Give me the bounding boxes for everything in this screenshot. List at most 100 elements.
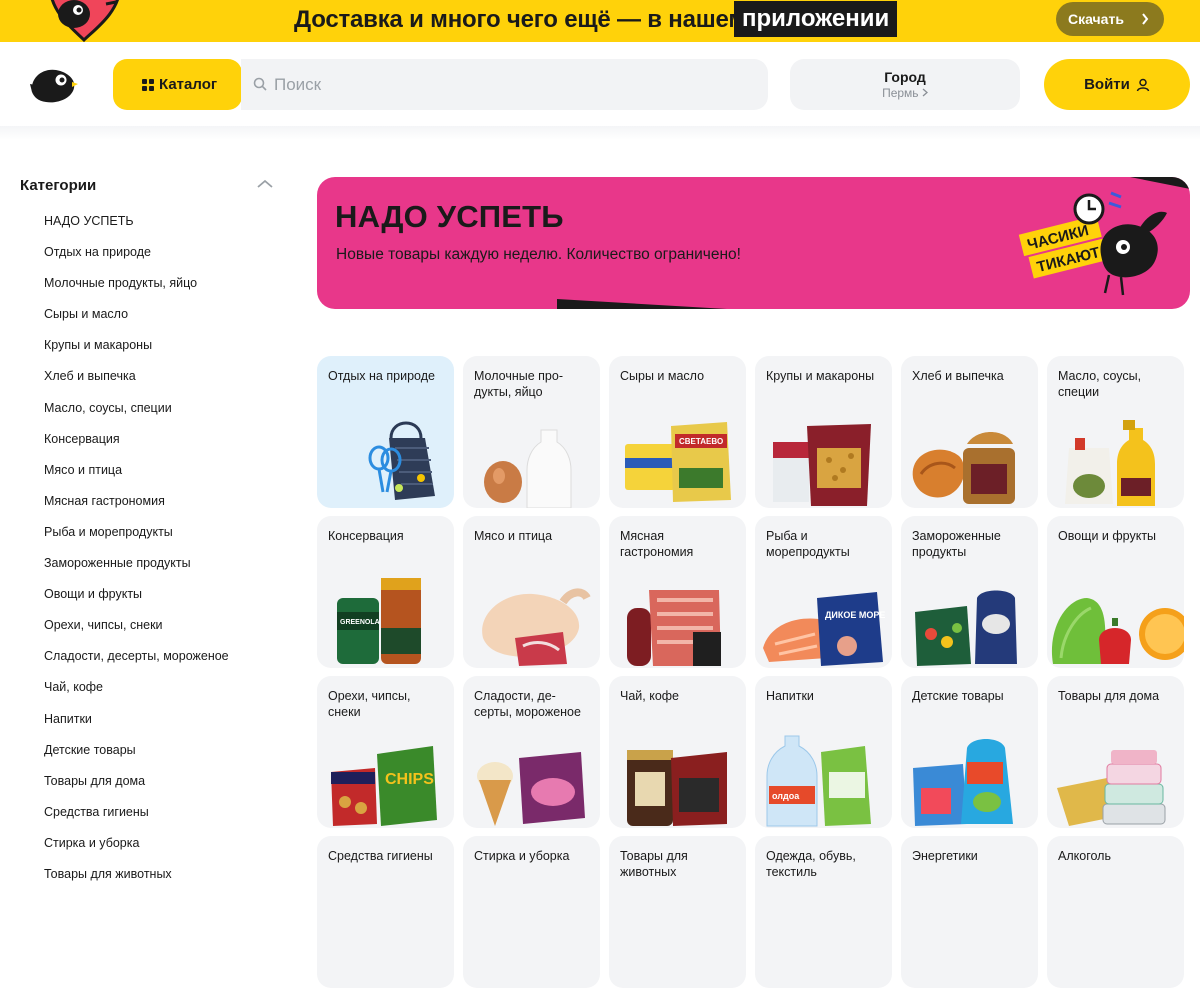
tile-label: Алкоголь — [1058, 849, 1111, 863]
sidebar-item[interactable]: Замороженные продукты — [44, 556, 229, 587]
tile-label: Орехи, чипсы, снеки — [328, 689, 411, 719]
download-label: Скачать — [1068, 11, 1124, 27]
sidebar-item[interactable]: Орехи, чипсы, снеки — [44, 618, 229, 649]
category-tile[interactable]: Товары для животных — [609, 836, 746, 988]
category-tile[interactable]: Сладости, де-серты, мороженое — [463, 676, 600, 828]
catalog-label: Каталог — [159, 76, 218, 93]
sidebar-item[interactable]: Мясная гастрономия — [44, 494, 229, 525]
city-value: Пермь — [790, 86, 1020, 100]
promo-highlight: приложении — [734, 1, 898, 37]
category-tile[interactable]: Орехи, чипсы, снеки CHIPS — [317, 676, 454, 828]
sidebar-item[interactable]: Отдых на природе — [44, 245, 229, 276]
beverages-icon: олдоа — [766, 735, 871, 827]
category-tile[interactable]: Масло, соусы, специи — [1047, 356, 1184, 508]
tile-label: Замороженные продукты — [912, 529, 1001, 559]
tile-label: Товары для животных — [620, 849, 688, 879]
oil-sauce-icon — [1065, 420, 1155, 506]
hero-banner[interactable]: НАДО УСПЕТЬ Новые товары каждую неделю. … — [317, 177, 1190, 309]
category-tile[interactable]: Замороженные продукты — [901, 516, 1038, 668]
tile-label: Энергетики — [912, 849, 978, 863]
search-bar — [241, 59, 768, 110]
tile-label: Мясная гастрономия — [620, 529, 694, 559]
sidebar-item[interactable]: Молочные продукты, яйцо — [44, 276, 229, 307]
tile-label: Детские товары — [912, 689, 1004, 703]
sidebar-item[interactable]: Детские товары — [44, 743, 229, 774]
category-tile[interactable]: Сыры и масло СВЕТАЕВО — [609, 356, 746, 508]
category-tile[interactable]: Молочные про-дукты, яйцо — [463, 356, 600, 508]
category-tile[interactable]: Отдых на природе — [317, 356, 454, 508]
tile-label: Консервация — [328, 529, 404, 543]
snacks-chips-icon: CHIPS — [331, 746, 437, 826]
sidebar-item[interactable]: Напитки — [44, 712, 229, 743]
tile-label: Овощи и фрукты — [1058, 529, 1157, 543]
category-tile[interactable]: Энергетики — [901, 836, 1038, 988]
tile-label: Одежда, обувь, текстиль — [766, 849, 856, 879]
bird-logo-icon[interactable] — [28, 62, 78, 106]
cereal-pasta-icon — [773, 424, 871, 506]
tile-label: Стирка и уборка — [474, 849, 570, 863]
category-tile[interactable]: Мясная гастрономия — [609, 516, 746, 668]
sidebar-item[interactable]: Товары для животных — [44, 867, 229, 898]
bread-icon — [912, 432, 1015, 504]
sidebar-item[interactable]: Рыба и морепродукты — [44, 525, 229, 556]
city-label: Город — [884, 69, 926, 85]
tile-art-label: олдоа — [772, 791, 800, 801]
sidebar-item[interactable]: Крупы и макароны — [44, 338, 229, 369]
login-label: Войти — [1084, 76, 1130, 93]
tile-art-label: СВЕТАЕВО — [679, 437, 723, 446]
hero-subtitle: Новые товары каждую неделю. Количество о… — [336, 246, 741, 263]
sidebar-item[interactable]: Товары для дома — [44, 774, 229, 805]
sidebar-item[interactable]: Стирка и уборка — [44, 836, 229, 867]
download-app-button[interactable]: Скачать — [1056, 2, 1164, 36]
clock-bird-illustration: ЧАСИКИ ТИКАЮТ — [1018, 191, 1167, 296]
grid-icon — [142, 79, 154, 91]
category-tile[interactable]: Товары для дома — [1047, 676, 1184, 828]
user-icon — [1136, 78, 1150, 92]
sidebar-item[interactable]: Средства гигиены — [44, 805, 229, 836]
sidebar-item[interactable]: Мясо и птица — [44, 463, 229, 494]
category-tile[interactable]: Алкоголь — [1047, 836, 1184, 988]
tile-label: Сыры и масло — [620, 369, 705, 383]
category-tile[interactable]: Консервация GREENOLA — [317, 516, 454, 668]
category-tile[interactable]: Овощи и фрукты — [1047, 516, 1184, 668]
tile-art-label: ДИКОЕ МОРЕ — [825, 610, 885, 620]
category-tile[interactable]: Одежда, обувь, текстиль — [755, 836, 892, 988]
bag-racket-icon — [368, 421, 435, 500]
category-tile[interactable]: Напитки олдоа — [755, 676, 892, 828]
sidebar-item[interactable]: Чай, кофе — [44, 680, 229, 711]
search-input[interactable] — [274, 59, 754, 110]
category-tile[interactable]: Стирка и уборка — [463, 836, 600, 988]
sidebar-item[interactable]: Сладости, десерты, мороженое — [44, 649, 229, 680]
category-tile[interactable]: Средства гигиены — [317, 836, 454, 988]
sidebar-item[interactable]: Масло, соусы, специи — [44, 401, 229, 432]
sidebar-item[interactable]: Консервация — [44, 432, 229, 463]
tile-label: Сладости, де-серты, мороженое — [474, 689, 581, 719]
milk-eggs-icon — [484, 429, 572, 508]
category-tile[interactable]: Крупы и макароны — [755, 356, 892, 508]
tile-art-label: GREENOLA — [340, 619, 380, 626]
tile-label: Отдых на природе — [328, 369, 435, 383]
login-button[interactable]: Войти — [1044, 59, 1190, 110]
category-tile[interactable]: Чай, кофе — [609, 676, 746, 828]
sidebar-item[interactable]: Овощи и фрукты — [44, 587, 229, 618]
category-tile[interactable]: Мясо и птица — [463, 516, 600, 668]
category-tile[interactable]: Хлеб и выпечка — [901, 356, 1038, 508]
sidebar-item[interactable]: Хлеб и выпечка — [44, 369, 229, 400]
sidebar-item[interactable]: НАДО УСПЕТЬ — [44, 214, 229, 245]
search-icon — [253, 77, 267, 91]
chevron-up-icon[interactable] — [256, 178, 274, 190]
fish-seafood-icon: ДИКОЕ МОРЕ — [763, 592, 885, 666]
sidebar-item[interactable]: Сыры и масло — [44, 307, 229, 338]
city-selector[interactable]: Город Пермь — [790, 59, 1020, 110]
tile-label: Крупы и макароны — [766, 369, 875, 383]
baby-products-icon — [913, 739, 1013, 826]
canned-food-icon: GREENOLA — [337, 578, 421, 664]
tile-label: Чай, кофе — [620, 689, 680, 703]
catalog-button[interactable]: Каталог — [113, 59, 242, 110]
category-tile[interactable]: Детские товары — [901, 676, 1038, 828]
sweets-icecream-icon — [477, 752, 585, 826]
app-promo-banner: Доставка и много чего ещё — в нашем прил… — [0, 0, 1200, 43]
category-tile[interactable]: Рыба и морепродукты ДИКОЕ МОРЕ — [755, 516, 892, 668]
tile-label: Мясо и птица — [474, 529, 553, 543]
tile-label: Товары для дома — [1058, 689, 1160, 703]
